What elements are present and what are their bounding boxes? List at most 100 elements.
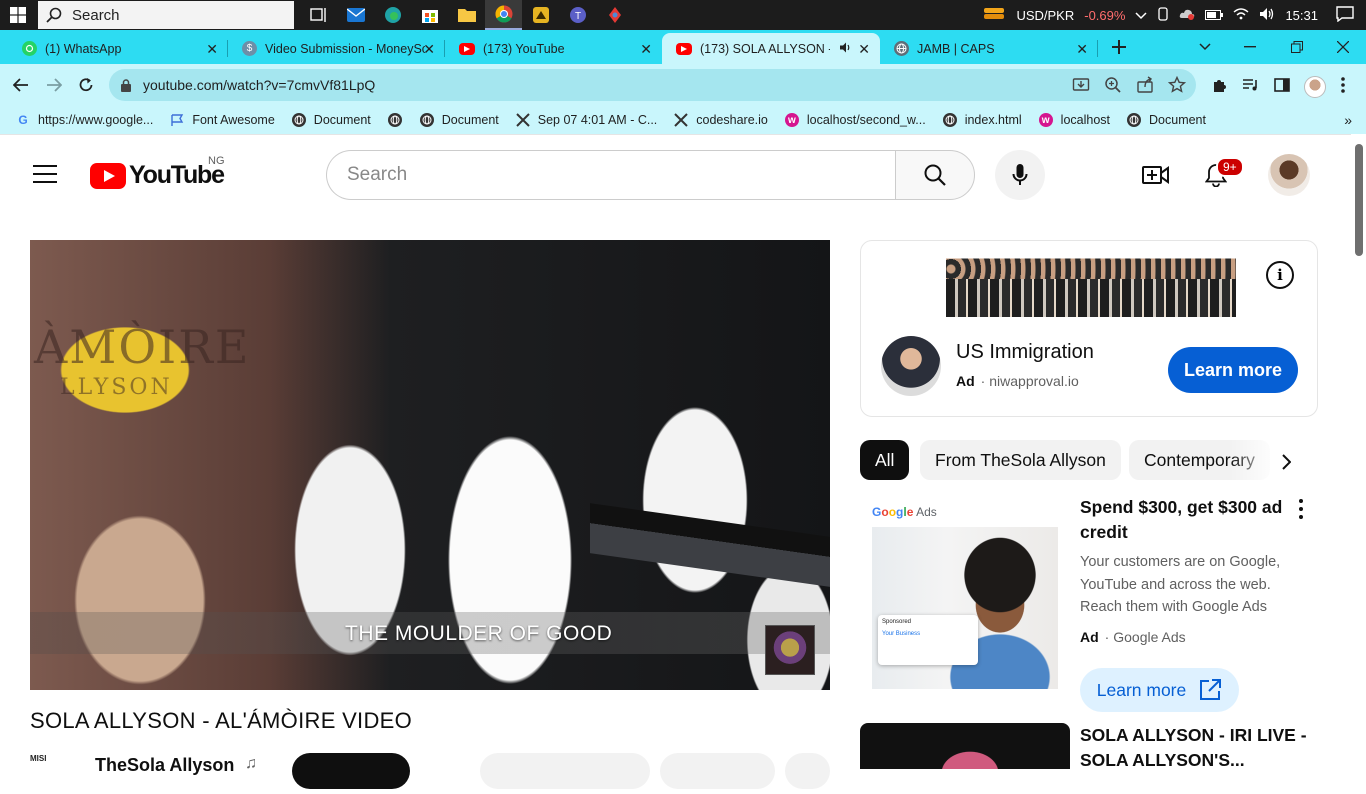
- guide-menu-icon[interactable]: [33, 165, 57, 189]
- scrollbar-thumb[interactable]: [1355, 144, 1363, 256]
- account-avatar[interactable]: [1268, 154, 1310, 196]
- like-dislike-button[interactable]: [480, 753, 650, 789]
- currency-pair[interactable]: USD/PKR: [1016, 8, 1074, 23]
- tab-jamb-caps[interactable]: JAMB | CAPS ✕: [880, 33, 1098, 64]
- file-explorer-icon[interactable]: [448, 0, 485, 30]
- browser-tab-strip: (1) WhatsApp ✕ $ Video Submission - Mone…: [0, 30, 1366, 64]
- recommendation-title[interactable]: Spend $300, get $300 ad credit: [1080, 495, 1290, 545]
- sponsored-recommendation[interactable]: Google Ads Sponsored Your Business Spend…: [860, 495, 1318, 720]
- chip-from-channel[interactable]: From TheSola Allyson: [920, 440, 1121, 480]
- learn-more-link-button[interactable]: Learn more: [1080, 668, 1239, 712]
- learn-more-button[interactable]: Learn more: [1168, 347, 1298, 393]
- bookmark-star-icon[interactable]: [1167, 75, 1187, 97]
- channel-watermark[interactable]: [765, 625, 815, 675]
- browser-menu-button[interactable]: [1331, 73, 1355, 97]
- mail-app-icon[interactable]: [337, 0, 374, 30]
- ad-title[interactable]: US Immigration: [956, 341, 1094, 364]
- channel-avatar[interactable]: MISI: [30, 754, 78, 794]
- bookmark-index-html[interactable]: index.html: [942, 113, 1022, 127]
- battery-icon[interactable]: [1205, 8, 1224, 23]
- address-bar[interactable]: youtube.com/watch?v=7cmvVf81LpQ: [109, 69, 1196, 101]
- close-tab-icon[interactable]: ✕: [1076, 41, 1088, 58]
- close-window-button[interactable]: [1323, 30, 1363, 64]
- recommendation-thumbnail[interactable]: [860, 723, 1070, 769]
- search-input[interactable]: Search: [326, 150, 896, 200]
- youtube-icon: [676, 42, 692, 55]
- channel-name[interactable]: TheSola Allyson: [95, 755, 234, 776]
- teams-app-icon[interactable]: T: [559, 0, 596, 30]
- page-scrollbar[interactable]: [1351, 134, 1366, 768]
- sponsored-thumbnail[interactable]: Google Ads Sponsored Your Business: [872, 505, 1058, 689]
- lock-icon[interactable]: [121, 78, 131, 92]
- notification-center-icon[interactable]: [1336, 5, 1354, 25]
- chrome-app-icon[interactable]: [485, 0, 522, 30]
- browser-profile-avatar[interactable]: [1304, 76, 1326, 98]
- subscribe-button[interactable]: [292, 753, 410, 789]
- new-tab-button[interactable]: [1104, 30, 1134, 64]
- forward-button[interactable]: [42, 73, 66, 97]
- clock[interactable]: 15:31: [1285, 8, 1318, 23]
- close-tab-icon[interactable]: ✕: [640, 41, 652, 58]
- advertiser-logo[interactable]: [881, 336, 941, 396]
- speaker-icon[interactable]: [840, 42, 852, 56]
- bookmark-localhost-second[interactable]: w localhost/second_w...: [784, 113, 926, 127]
- close-tab-icon[interactable]: ✕: [206, 41, 218, 58]
- yellow-app-icon[interactable]: [522, 0, 559, 30]
- bookmark-font-awesome[interactable]: Font Awesome: [170, 113, 275, 127]
- extensions-puzzle-icon[interactable]: [1212, 77, 1228, 98]
- tab-youtube-home[interactable]: (173) YouTube ✕: [445, 33, 662, 64]
- more-actions-button[interactable]: [785, 753, 830, 789]
- windows-start-button[interactable]: [0, 0, 36, 30]
- more-options-icon[interactable]: [1292, 497, 1310, 521]
- search-icon: [46, 7, 62, 23]
- bookmark-google[interactable]: G https://www.google...: [16, 113, 153, 127]
- ad-banner-image[interactable]: [946, 258, 1236, 317]
- volume-icon[interactable]: [1259, 7, 1275, 24]
- tab-sola-allyson-active[interactable]: (173) SOLA ALLYSON - A ✕: [662, 33, 880, 64]
- share-icon[interactable]: [1136, 76, 1154, 97]
- store-app-icon[interactable]: [411, 0, 448, 30]
- companion-ad-card[interactable]: i US Immigration Ad · niwapproval.io Lear…: [860, 240, 1318, 417]
- wifi-icon[interactable]: [1233, 7, 1249, 23]
- tab-video-submission[interactable]: $ Video Submission - MoneySc ✕: [228, 33, 445, 64]
- reload-button[interactable]: [74, 73, 98, 97]
- close-tab-icon[interactable]: ✕: [858, 41, 870, 58]
- zoom-icon[interactable]: [1104, 76, 1122, 97]
- tab-whatsapp[interactable]: (1) WhatsApp ✕: [8, 33, 228, 64]
- install-app-icon[interactable]: [1072, 76, 1090, 97]
- restore-window-button[interactable]: [1277, 30, 1317, 64]
- tab-search-button[interactable]: [1192, 30, 1218, 64]
- bookmark-codeshare-session[interactable]: Sep 07 4:01 AM - C...: [516, 113, 657, 127]
- minimize-window-button[interactable]: [1230, 30, 1270, 64]
- create-video-button[interactable]: [1140, 159, 1172, 191]
- stocks-widget-icon[interactable]: [982, 6, 1006, 25]
- back-button[interactable]: [9, 73, 33, 97]
- voice-search-button[interactable]: [995, 150, 1045, 200]
- bookmark-document-1[interactable]: Document: [291, 113, 371, 127]
- media-queue-icon[interactable]: [1242, 78, 1260, 97]
- edge-browser-icon[interactable]: [374, 0, 411, 30]
- youtube-logo[interactable]: YouTube NG: [90, 155, 225, 190]
- recommendation-title[interactable]: SOLA ALLYSON - IRI LIVE - SOLA ALLYSON'S…: [1080, 723, 1310, 773]
- share-button[interactable]: [660, 753, 775, 789]
- bookmark-document-2[interactable]: Document: [419, 113, 499, 127]
- info-icon[interactable]: i: [1266, 261, 1294, 289]
- bookmark-localhost[interactable]: w localhost: [1038, 113, 1110, 127]
- bookmark-document-3[interactable]: Document: [1127, 113, 1206, 127]
- chips-next-button[interactable]: [1272, 448, 1300, 476]
- taskbar-search-box[interactable]: Search: [38, 1, 294, 29]
- video-player[interactable]: ÀMÒIRE LLYSON THE MOULDER OF GOOD: [30, 240, 830, 690]
- search-button[interactable]: [895, 150, 975, 200]
- close-tab-icon[interactable]: ✕: [423, 41, 435, 58]
- usb-device-icon[interactable]: [1157, 6, 1169, 24]
- ad-label: Ad: [1080, 629, 1099, 645]
- more-bookmarks-icon[interactable]: »: [1344, 112, 1352, 128]
- bookmark-untitled[interactable]: [387, 113, 410, 127]
- task-view-icon[interactable]: [300, 0, 337, 30]
- chevron-up-icon[interactable]: [1135, 8, 1147, 23]
- onedrive-icon[interactable]: [1179, 8, 1195, 23]
- bookmark-codeshare[interactable]: codeshare.io: [674, 113, 768, 127]
- red-app-icon[interactable]: [596, 0, 633, 30]
- side-panel-icon[interactable]: [1274, 77, 1290, 97]
- chip-all[interactable]: All: [860, 440, 910, 480]
